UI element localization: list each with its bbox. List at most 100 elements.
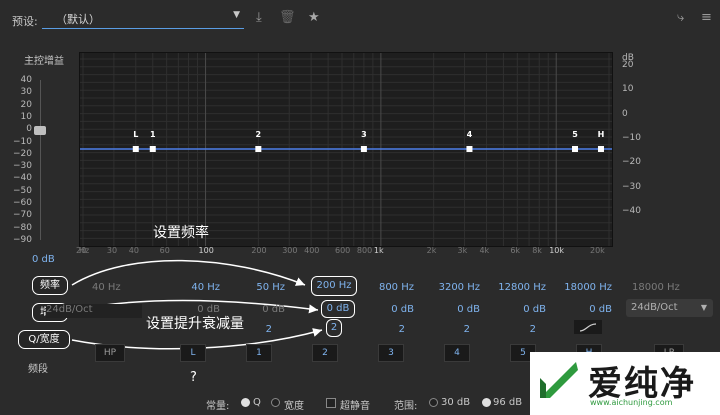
frequency-tick: 30 xyxy=(106,246,118,255)
watermark: 爱纯净 www.aichunjing.com xyxy=(530,352,720,415)
master-gain-tick: 20 xyxy=(20,99,32,110)
routing-icon[interactable]: ⤷ xyxy=(677,10,684,25)
range-30db-radio[interactable] xyxy=(429,398,438,407)
watermark-logo xyxy=(536,358,582,404)
band-handle-5 xyxy=(572,146,579,152)
eq-graph[interactable]: L 1 2 3 4 5 H xyxy=(79,52,613,247)
range-30db-label: 30 dB xyxy=(441,397,471,408)
hp-slope-value: 24dB/Oct xyxy=(46,304,93,315)
band-2-q[interactable]: 2 xyxy=(326,319,342,337)
frequency-tick: 20k xyxy=(590,246,605,255)
preset-toolbar: 预设: （默认） ▼ ⤓ 🗑 ★ ⤷ ≡ xyxy=(0,0,720,38)
hp-slope-select[interactable]: 24dB/Oct xyxy=(46,304,142,318)
band-l-gain[interactable]: 0 dB xyxy=(190,304,220,315)
watermark-url: www.aichunjing.com xyxy=(590,398,673,407)
frequency-tick: 3k xyxy=(457,246,468,255)
favorite-star-icon[interactable]: ★ xyxy=(308,10,320,25)
constant-width-radio[interactable] xyxy=(271,398,280,407)
save-preset-icon[interactable]: ⤓ xyxy=(256,10,262,25)
band-handle-l xyxy=(132,146,139,152)
band-3-q[interactable]: 2 xyxy=(395,324,405,335)
band-2-toggle[interactable]: 2 xyxy=(312,344,338,362)
lp-slope-select[interactable]: 24dB/Oct ▼ xyxy=(626,299,713,317)
master-gain-track xyxy=(40,80,41,240)
band-3-toggle[interactable]: 3 xyxy=(378,344,404,362)
band-2-gain[interactable]: 0 dB xyxy=(321,300,355,318)
band-1-gain[interactable]: 0 dB xyxy=(255,304,285,315)
frequency-tick: 100 xyxy=(198,246,214,255)
band-l-frequency[interactable]: 40 Hz xyxy=(180,282,220,293)
band-handle-label: L xyxy=(133,130,138,139)
q-width-row-label: Q/宽度 xyxy=(18,330,70,349)
ultra-quiet-checkbox[interactable] xyxy=(326,398,336,408)
master-gain-slider-handle[interactable] xyxy=(34,126,46,135)
band-handle-label: 4 xyxy=(467,130,473,139)
db-tick: −20 xyxy=(622,157,641,168)
master-gain-tick: −90 xyxy=(13,235,32,245)
frequency-tick: 40 xyxy=(128,246,139,255)
band-5-q[interactable]: 2 xyxy=(526,324,536,335)
band-1-q[interactable]: 2 xyxy=(262,324,272,335)
frequency-tick: 2k xyxy=(426,246,437,255)
lp-frequency[interactable]: 18000 Hz xyxy=(632,282,680,293)
band-5-frequency[interactable]: 12800 Hz xyxy=(496,282,546,293)
band-handle-h xyxy=(597,146,604,152)
band-handle-label: H xyxy=(598,130,605,139)
band-handle-2 xyxy=(255,146,262,152)
lp-slope-value: 24dB/Oct xyxy=(631,302,678,313)
band-1-toggle[interactable]: 1 xyxy=(246,344,272,362)
band-2-frequency[interactable]: 200 Hz xyxy=(311,276,357,296)
master-gain-tick: −70 xyxy=(13,210,32,221)
master-gain-tick: −20 xyxy=(13,148,32,159)
delete-preset-icon[interactable]: 🗑 xyxy=(279,10,296,25)
band-hp-toggle[interactable]: HP xyxy=(95,344,125,362)
band-handle-3 xyxy=(360,146,367,152)
master-gain-tick: 10 xyxy=(20,111,32,122)
annotation-set-frequency: 设置频率 xyxy=(153,225,209,241)
frequency-tick: 20 xyxy=(76,246,87,255)
db-tick: −30 xyxy=(622,181,641,192)
band-handle-label: 5 xyxy=(572,130,578,139)
band-4-frequency[interactable]: 3200 Hz xyxy=(432,282,480,293)
preset-dropdown[interactable]: （默认） ▼ xyxy=(42,8,244,29)
constant-width-label: 宽度 xyxy=(284,401,304,412)
master-gain-tick: −60 xyxy=(13,198,32,209)
band-handle-1 xyxy=(149,146,156,152)
hp-frequency[interactable]: 40 Hz xyxy=(92,282,121,293)
db-tick: −40 xyxy=(622,205,641,216)
frequency-tick: 300 xyxy=(282,246,298,255)
master-gain-scale: 40 30 20 10 0 −10 −20 −30 −40 −50 −60 −70 −80 −90 xyxy=(10,75,40,245)
range-label: 范围: xyxy=(394,401,418,412)
master-gain-tick: −80 xyxy=(13,222,32,233)
master-gain-tick: −40 xyxy=(13,173,32,184)
band-1-frequency[interactable]: 50 Hz xyxy=(245,282,285,293)
band-3-gain[interactable]: 0 dB xyxy=(384,304,414,315)
frequency-tick: 600 xyxy=(334,246,351,255)
constant-q-radio[interactable] xyxy=(241,398,250,407)
ultra-quiet-label: 超静音 xyxy=(340,401,370,412)
db-tick: 20 xyxy=(622,60,634,70)
band-4-toggle[interactable]: 4 xyxy=(444,344,470,362)
band-h-frequency[interactable]: 18000 Hz xyxy=(562,282,612,293)
band-4-gain[interactable]: 0 dB xyxy=(450,304,480,315)
annotation-question: ? xyxy=(190,370,197,385)
band-4-q[interactable]: 2 xyxy=(460,324,470,335)
range-96db-label: 96 dB xyxy=(493,397,523,408)
frequency-tick: 1k xyxy=(373,246,384,255)
range-96db-radio[interactable] xyxy=(482,398,491,407)
band-h-gain[interactable]: 0 dB xyxy=(582,304,612,315)
band-h-shape-icon[interactable] xyxy=(574,320,602,334)
more-icon[interactable]: ≡ xyxy=(701,10,712,25)
band-5-gain[interactable]: 0 dB xyxy=(516,304,546,315)
constant-q-label: Q xyxy=(253,397,261,408)
band-l-toggle[interactable]: L xyxy=(180,344,206,362)
master-gain-label: 主控增益 xyxy=(24,56,64,67)
band-row-label: 频段 xyxy=(28,364,48,375)
frequency-tick: 8k xyxy=(532,246,542,255)
frequency-row-label: 频率 xyxy=(32,276,68,295)
db-axis: 20 10 0 −10 −20 −30 −40 xyxy=(618,60,648,240)
chevron-down-icon: ▼ xyxy=(233,10,240,20)
band-3-frequency[interactable]: 800 Hz xyxy=(368,282,414,293)
frequency-tick: 400 xyxy=(304,246,320,255)
frequency-tick: 200 xyxy=(251,246,267,255)
